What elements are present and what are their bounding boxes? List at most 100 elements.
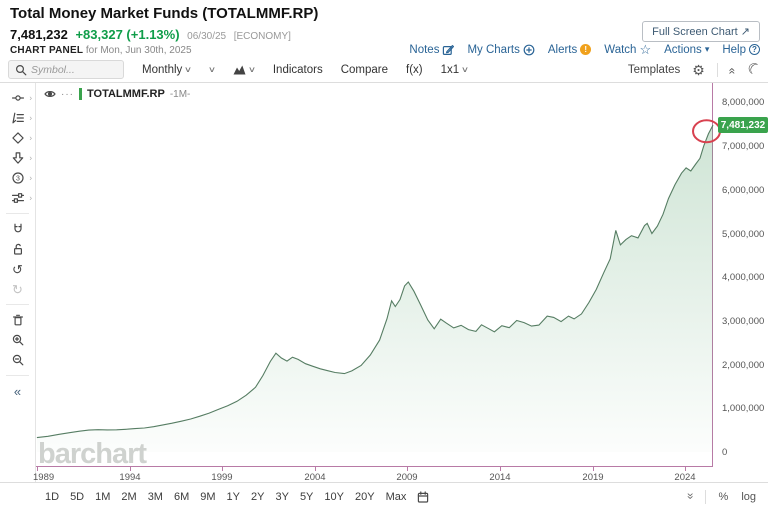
log-scale-toggle[interactable]: log: [741, 491, 756, 503]
period-button-2y[interactable]: 2Y: [251, 491, 264, 503]
series-color-bar: [79, 88, 82, 100]
sliders-tool-icon: [12, 192, 24, 204]
x-axis-tick: [315, 467, 316, 471]
chart-toolbar: Symbol... Monthly ∨ ∨ ∨ Indicators Compa…: [0, 57, 768, 83]
period-button-5d[interactable]: 5D: [70, 491, 84, 503]
toolbar-right: Templates ⚙ « ☾: [628, 62, 760, 77]
redo-button: ↻: [0, 279, 35, 299]
period-button-1y[interactable]: 1Y: [227, 491, 240, 503]
indicators-button[interactable]: Indicators: [273, 64, 323, 76]
svg-text:3: 3: [16, 175, 20, 182]
chevron-down-icon: ∨: [184, 65, 192, 74]
symbol-placeholder: Symbol...: [31, 64, 75, 76]
percent-scale-toggle[interactable]: %: [719, 491, 729, 503]
chart-panel-label: CHART PANEL for Mon, Jun 30th, 2025: [10, 45, 192, 56]
frequency-dropdown[interactable]: Monthly ∨: [142, 64, 191, 76]
unlock-button[interactable]: [0, 239, 35, 259]
header-links: Notes My Charts Alerts! Watch☆ Actions▾ Help?: [409, 43, 760, 56]
cursor-tool-icon: [12, 92, 24, 104]
submenu-arrow-icon: ›: [29, 94, 32, 103]
undo-button[interactable]: ↺: [0, 259, 35, 279]
y-axis-label: 7,000,000: [722, 141, 764, 152]
collapse-sidebar-button[interactable]: «: [0, 381, 35, 401]
gear-icon[interactable]: ⚙: [692, 63, 705, 77]
period-button-1m[interactable]: 1M: [95, 491, 110, 503]
zoom-out-button[interactable]: [0, 350, 35, 370]
period-button-3y[interactable]: 3Y: [275, 491, 288, 503]
help-icon: ?: [749, 44, 760, 55]
submenu-arrow-icon: ›: [29, 194, 32, 203]
zoom-in-icon: [12, 334, 24, 346]
chevron-down-icon: ∨: [248, 65, 256, 74]
series-legend: ··· TOTALMMF.RP -1M-: [44, 88, 190, 100]
header-link-alerts[interactable]: Alerts!: [548, 44, 591, 56]
grid-layout-dropdown[interactable]: 1x1 ∨: [441, 64, 468, 76]
shapes-tool-button[interactable]: ›: [0, 128, 35, 148]
period-button-max[interactable]: Max: [386, 491, 407, 503]
barchart-watermark: barchart: [38, 438, 146, 471]
caret-down-icon: ▾: [705, 45, 710, 54]
header: Total Money Market Funds (TOTALMMF.RP) 7…: [0, 0, 768, 57]
zoom-in-button[interactable]: [0, 330, 35, 350]
arrow-annotation-icon: [12, 152, 24, 164]
calendar-icon[interactable]: [417, 491, 429, 503]
footer-toolbar: 1D 5D 1M 2M 3M 6M 9M 1Y 2Y 3Y 5Y 10Y 20Y Max « % log: [0, 482, 768, 510]
period-button-20y[interactable]: 20Y: [355, 491, 375, 503]
header-link-help[interactable]: Help?: [722, 44, 760, 56]
header-link-actions[interactable]: Actions▾: [664, 44, 709, 56]
sliders-tool-button[interactable]: ›: [0, 188, 35, 208]
quote-date: 06/30/25: [187, 31, 226, 42]
alert-badge-icon: !: [580, 44, 591, 55]
divider: [705, 490, 706, 504]
more-options-icon[interactable]: ···: [61, 89, 74, 100]
chevron-down-icon: ∨: [208, 65, 216, 74]
y-axis-label: 6,000,000: [722, 185, 764, 196]
period-button-6m[interactable]: 6M: [174, 491, 189, 503]
arrow-annotation-button[interactable]: ›: [0, 148, 35, 168]
period-button-10y[interactable]: 10Y: [324, 491, 344, 503]
fx-button[interactable]: f(x): [406, 64, 423, 76]
header-link-my-charts[interactable]: My Charts: [467, 44, 534, 56]
x-axis-tick: [593, 467, 594, 471]
y-axis-label: 5,000,000: [722, 229, 764, 240]
collapse-panel-down-icon[interactable]: «: [682, 494, 696, 499]
drawing-tools-icon: [12, 112, 24, 124]
chart-type-dropdown[interactable]: ∨: [233, 64, 255, 75]
footer-right: « % log: [687, 490, 768, 504]
quote-row: 7,481,232 +83,327 (+1.13%) 06/30/25 [ECO…: [10, 27, 291, 42]
legend-period: -1M-: [170, 89, 191, 100]
fibonacci-tool-button[interactable]: 3›: [0, 168, 35, 188]
y-axis-label: 2,000,000: [722, 360, 764, 371]
collapse-toolbar-icon[interactable]: «: [725, 67, 739, 72]
period-button-3m[interactable]: 3M: [148, 491, 163, 503]
full-screen-chart-button[interactable]: Full Screen Chart ↗: [642, 21, 760, 42]
x-axis-tick: [407, 467, 408, 471]
period-button-5y[interactable]: 5Y: [300, 491, 313, 503]
symbol-search-input[interactable]: Symbol...: [8, 60, 124, 79]
period-button-1d[interactable]: 1D: [45, 491, 59, 503]
last-price-badge: 7,481,232: [718, 117, 768, 133]
compare-button[interactable]: Compare: [341, 64, 388, 76]
legend-symbol: TOTALMMF.RP: [87, 88, 165, 100]
last-price: 7,481,232: [10, 27, 68, 42]
collapse-sidebar-icon: «: [14, 384, 21, 399]
bar-range-dropdown[interactable]: ∨: [209, 65, 215, 74]
templates-button[interactable]: Templates: [628, 64, 680, 76]
price-axis[interactable]: 8,000,0007,000,0006,000,0005,000,0004,00…: [715, 83, 768, 467]
chart-plot-area[interactable]: [36, 83, 713, 467]
eye-icon[interactable]: [44, 88, 56, 100]
period-button-9m[interactable]: 9M: [200, 491, 215, 503]
header-link-notes[interactable]: Notes: [409, 44, 454, 56]
sidebar-divider: [6, 375, 29, 376]
drawing-tools-button[interactable]: ›: [0, 108, 35, 128]
dark-mode-moon-icon[interactable]: ☾: [744, 60, 763, 80]
search-icon: [15, 64, 27, 76]
x-axis-tick: [222, 467, 223, 471]
trash-button[interactable]: [0, 310, 35, 330]
submenu-arrow-icon: ›: [29, 174, 32, 183]
magnet-button[interactable]: [0, 219, 35, 239]
cursor-tool-button[interactable]: ›: [0, 88, 35, 108]
period-button-2m[interactable]: 2M: [121, 491, 136, 503]
quote-category: [ECONOMY]: [234, 31, 291, 42]
header-link-watch[interactable]: Watch☆: [604, 43, 651, 56]
